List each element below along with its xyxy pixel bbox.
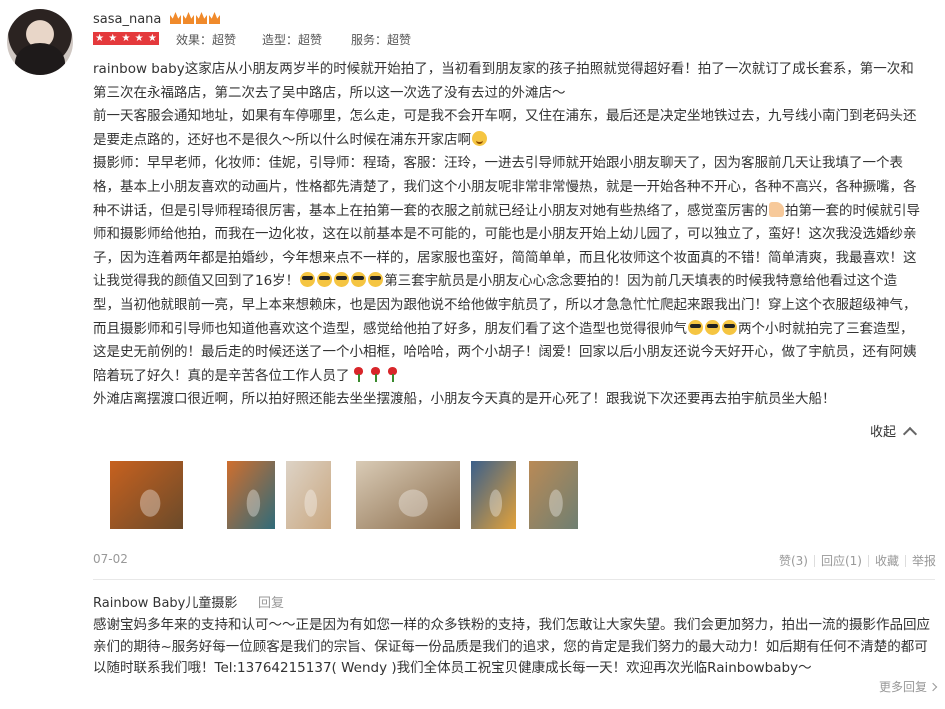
rose-emoji-icon: [353, 366, 364, 382]
more-replies-label: 更多回复: [878, 680, 927, 694]
sunglasses-emoji-icon: [688, 319, 703, 335]
user-name[interactable]: sasa_nana: [93, 12, 161, 27]
sunglasses-emoji-icon: [334, 272, 350, 288]
photo-subject: [139, 489, 161, 517]
sunglasses-emoji-icon: [722, 319, 737, 335]
crown-icon: [170, 12, 181, 24]
rating-effect: 效果：超赞: [176, 33, 237, 47]
photo-subject: [246, 489, 261, 517]
chevron-up-icon: [902, 426, 918, 442]
avatar-hair: [15, 43, 65, 75]
crown-icon: [209, 12, 220, 24]
shop-reply-text: 感谢宝妈多年来的支持和认可～～正是因为有如您一样的众多铁粉的支持，我们怎敢让大家…: [93, 617, 930, 676]
rating-style: 造型：超赞: [262, 33, 323, 47]
sunglasses-emoji-icon: [705, 319, 720, 335]
divider: [867, 554, 869, 567]
rating-service: 服务：超赞: [351, 33, 412, 47]
review-paragraph: 外滩店离摆渡口很近啊，所以拍好照还能去坐坐摆渡船，小朋友今天真的是开心死了！跟我…: [93, 391, 836, 408]
report-button[interactable]: 举报: [912, 552, 936, 569]
star-icon: ★: [134, 33, 144, 44]
thumbs-up-emoji-icon: [769, 201, 784, 217]
divider: [813, 554, 815, 567]
crown-icon: [196, 12, 207, 24]
photo-subject: [398, 489, 428, 517]
sunglasses-emoji-icon: [368, 272, 384, 288]
review-paragraph: 摄影师：早早老师，化妆师：佳妮，引导师：程琦，客服：汪玲，一进去引导师就开始跟小…: [93, 152, 923, 388]
review-date: 07-02: [93, 552, 128, 566]
review-text: 前一天客服会通知地址，如果有车停哪里，怎么走，可是我不会开车啊，又住在浦东，最后…: [93, 108, 917, 148]
star-icon: ★: [121, 33, 131, 44]
favorite-button[interactable]: 收藏: [875, 552, 899, 569]
sunglasses-emoji-icon: [317, 272, 333, 288]
chevron-right-icon: [928, 682, 938, 692]
review-paragraph: rainbow baby这家店从小朋友两岁半的时候就开始拍了，当初看到朋友家的孩…: [93, 61, 914, 101]
crown-icon: [183, 12, 194, 24]
review-actions: 赞(3) 回应(1) 收藏 举报: [779, 552, 936, 569]
sunglasses-emoji-icon: [351, 272, 367, 288]
user-level-crowns: [170, 12, 220, 24]
review-paragraph: 前一天客服会通知地址，如果有车停哪里，怎么走，可是我不会开车啊，又住在浦东，最后…: [93, 105, 923, 152]
shop-reply-link[interactable]: 回复: [258, 592, 284, 611]
smile-emoji-icon: [472, 130, 487, 146]
section-divider: [93, 579, 935, 580]
reply-button[interactable]: 回应(1): [821, 552, 862, 569]
shop-name[interactable]: Rainbow Baby儿童摄影: [93, 592, 237, 611]
sunglasses-emoji-icon: [300, 272, 316, 288]
user-avatar[interactable]: [7, 9, 73, 75]
star-icon: ★: [95, 33, 105, 44]
rose-emoji-icon: [370, 366, 381, 382]
photo-subject: [489, 489, 503, 517]
collapse-label: 收起: [870, 425, 897, 440]
star-icon: ★: [147, 33, 157, 44]
collapse-button[interactable]: 收起: [870, 421, 918, 442]
like-button[interactable]: 赞(3): [779, 552, 808, 569]
divider: [904, 554, 906, 567]
review-body: rainbow baby这家店从小朋友两岁半的时候就开始拍了，当初看到朋友家的孩…: [93, 58, 923, 412]
photo-subject: [304, 489, 318, 517]
photo-subject: [549, 489, 563, 517]
photo-strip: [110, 461, 578, 529]
star-icon: ★: [108, 33, 118, 44]
star-rating: ★ ★ ★ ★ ★: [93, 32, 159, 45]
more-replies-button[interactable]: 更多回复: [878, 678, 938, 695]
rose-emoji-icon: [387, 366, 398, 382]
